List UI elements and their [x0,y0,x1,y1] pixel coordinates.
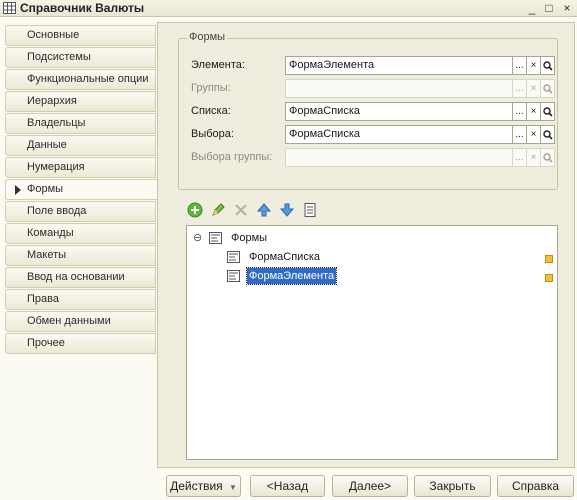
back-button[interactable]: <Назад [250,475,325,497]
sidebar-item-subsystems[interactable]: Подсистемы [5,47,156,68]
choice-form-field[interactable]: ФормаСписка [285,125,513,144]
form-row-choice: Выбора: ФормаСписка ... × [191,125,557,144]
move-down-icon[interactable] [278,201,296,219]
close-dialog-button[interactable]: Закрыть [414,475,491,497]
grid-table-icon [3,2,16,14]
collapse-toggle[interactable]: ⊖ [193,230,202,246]
field-label: Группы: [191,82,231,94]
sidebar-item-label: Нумерация [27,161,85,173]
search-icon[interactable] [541,79,555,98]
group-choice-form-field[interactable] [285,148,513,167]
sidebar-item-label: Иерархия [27,95,77,107]
field-label: Списка: [191,105,231,117]
sidebar-item-label: Обмен данными [27,315,111,327]
window-title: Справочник Валюты [20,1,145,15]
field-label: Выбора группы: [191,151,273,163]
sidebar-item-data-exchange[interactable]: Обмен данными [5,311,156,332]
sidebar-item-hierarchy[interactable]: Иерархия [5,91,156,112]
chevron-down-icon: ▼ [229,483,237,492]
tree-root-label: Формы [231,232,268,244]
tree-item-label: ФормаСписка [249,251,320,263]
clear-button[interactable]: × [527,79,541,98]
select-button[interactable]: ... [513,148,527,167]
form-row-group-choice: Выбора группы: ... × [191,148,557,167]
list-form-field[interactable]: ФормаСписка [285,102,513,121]
form-row-group: Группы: ... × [191,79,557,98]
sidebar-item-numbering[interactable]: Нумерация [5,157,156,178]
module-marker-icon [545,274,553,282]
item-form-field[interactable]: ФормаЭлемента [285,56,513,75]
sidebar-item-label: Макеты [27,249,67,261]
sidebar-item-functional-options[interactable]: Функциональные опции [5,69,156,90]
sidebar-item-label: Команды [27,227,74,239]
title-bar: Справочник Валюты _ □ × [0,0,577,17]
sidebar-item-label: Ввод на основании [27,271,125,283]
sidebar-item-input-field[interactable]: Поле ввода [5,201,156,222]
maximize-button[interactable]: □ [542,1,556,15]
form-icon [227,270,240,287]
group-legend: Формы [187,31,228,43]
search-icon[interactable] [541,125,555,144]
sidebar-item-label: Формы [27,183,64,195]
next-button[interactable]: Далее> [332,475,408,497]
clear-button[interactable]: × [527,56,541,75]
sidebar-item-label: Прочее [27,337,65,349]
sidebar-item-label: Данные [27,139,67,151]
actions-button[interactable]: Действия ▼ [166,475,241,497]
sidebar-item-basic[interactable]: Основные [5,25,156,46]
tree-item-label: ФормаЭлемента [245,267,338,285]
sidebar-item-label: Подсистемы [27,51,91,63]
form-row-item: Элемента: ФормаЭлемента ... × [191,56,557,75]
select-button[interactable]: ... [513,56,527,75]
sidebar-item-data[interactable]: Данные [5,135,156,156]
search-icon[interactable] [541,102,555,121]
close-button[interactable]: × [560,1,574,15]
sidebar-item-other[interactable]: Прочее [5,333,156,354]
sidebar: Основные Подсистемы Функциональные опции… [0,22,158,500]
add-icon[interactable] [186,201,204,219]
forms-toolbar [186,201,336,219]
sidebar-item-input-based-on[interactable]: Ввод на основании [5,267,156,288]
help-button[interactable]: Справка [497,475,574,497]
group-form-field[interactable] [285,79,513,98]
clear-button[interactable]: × [527,148,541,167]
forms-tree[interactable]: ⊖ Формы ФормаСписка ФормаЭлемента [186,225,558,460]
module-marker-icon [545,255,553,263]
forms-group: Формы Элемента: ФормаЭлемента ... × Груп… [178,31,558,190]
actions-label: Действия [170,479,223,493]
delete-icon[interactable] [232,201,250,219]
search-icon[interactable] [541,56,555,75]
sidebar-item-label: Владельцы [27,117,86,129]
list-icon[interactable] [301,201,319,219]
sidebar-item-label: Поле ввода [27,205,87,217]
field-label: Выбора: [191,128,234,140]
sidebar-item-templates[interactable]: Макеты [5,245,156,266]
edit-icon[interactable] [209,201,227,219]
sidebar-item-owners[interactable]: Владельцы [5,113,156,134]
forms-panel: Формы Элемента: ФормаЭлемента ... × Груп… [157,22,575,468]
sidebar-item-label: Права [27,293,59,305]
select-button[interactable]: ... [513,125,527,144]
select-button[interactable]: ... [513,79,527,98]
sidebar-item-label: Основные [27,29,80,41]
sidebar-item-rights[interactable]: Права [5,289,156,310]
select-button[interactable]: ... [513,102,527,121]
move-up-icon[interactable] [255,201,273,219]
field-label: Элемента: [191,59,245,71]
sidebar-item-label: Функциональные опции [27,73,149,85]
sidebar-item-commands[interactable]: Команды [5,223,156,244]
form-folder-icon [209,232,222,249]
form-icon [227,251,240,268]
search-icon[interactable] [541,148,555,167]
clear-button[interactable]: × [527,102,541,121]
clear-button[interactable]: × [527,125,541,144]
active-arrow-icon [15,185,21,195]
sidebar-item-forms[interactable]: Формы [5,179,158,200]
form-row-list: Списка: ФормаСписка ... × [191,102,557,121]
minimize-button[interactable]: _ [525,1,539,15]
